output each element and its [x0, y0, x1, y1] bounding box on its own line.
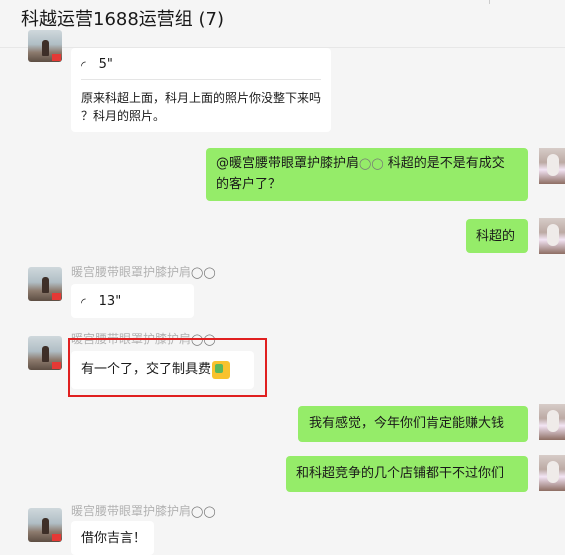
self-avatar[interactable]	[539, 455, 565, 491]
avatar-figure	[547, 154, 559, 176]
message-bubble[interactable]: 和科超竞争的几个店铺都干不过你们	[286, 456, 528, 492]
message-bubble[interactable]: 我有感觉，今年你们肯定能赚大钱	[298, 406, 528, 442]
message-bubble[interactable]: @暖宫腰带眼罩护膝护肩◯◯ 科超的是不是有成交 的客户了？	[206, 148, 528, 201]
message-bubble[interactable]: ◟ 5" 原来科超上面，科月上面的照片你没整下来吗 ？科月的照片。	[71, 48, 331, 132]
avatar[interactable]	[28, 267, 62, 301]
message-text-part: 科超的是不是有成交	[383, 156, 505, 171]
avatar-figure	[42, 277, 49, 293]
quote-divider	[81, 79, 321, 80]
avatar-figure	[547, 224, 559, 246]
glasses-icon: ◯◯	[191, 266, 216, 279]
sender-name: 暖宫腰带眼罩护膝护肩◯◯	[71, 263, 216, 280]
self-avatar[interactable]	[539, 218, 565, 254]
glasses-icon: ◯◯	[191, 505, 216, 518]
self-avatar[interactable]	[539, 404, 565, 440]
voice-duration: 13"	[98, 294, 122, 309]
message-bubble[interactable]: 科超的	[466, 219, 528, 253]
voice-message[interactable]: ◟ 5"	[79, 54, 113, 75]
message-text: 借你吉言！	[81, 531, 147, 546]
self-avatar[interactable]	[539, 148, 565, 184]
sender-name: 暖宫腰带眼罩护膝护肩◯◯	[71, 502, 216, 519]
voice-duration: 5"	[98, 57, 113, 72]
message-text: 我有感觉，今年你们肯定能赚大钱	[309, 416, 505, 431]
message-text: ？科月的照片。	[81, 109, 166, 123]
message-bubble[interactable]: 借你吉言！	[71, 521, 154, 555]
avatar[interactable]	[28, 336, 62, 370]
glasses-icon: ◯◯	[359, 157, 384, 170]
avatar-figure	[42, 346, 49, 362]
mention-text[interactable]: @暖宫腰带眼罩护膝护肩	[216, 156, 359, 171]
message-text: @暖宫腰带眼罩护膝护肩◯◯ 科超的是不是有成交	[216, 153, 505, 174]
message-text: 原来科超上面，科月上面的照片你没整下来吗	[81, 91, 322, 105]
chat-title[interactable]: 科越运营1688运营组 (7)	[21, 5, 224, 31]
sender-name-text: 暖宫腰带眼罩护膝护肩	[71, 265, 192, 279]
flag-icon	[52, 534, 61, 541]
sender-name-text: 暖宫腰带眼罩护膝护肩	[71, 504, 192, 518]
chat-header: 科越运营1688运营组 (7)	[0, 0, 565, 36]
avatar-figure	[42, 40, 49, 56]
message-text: 科超的	[476, 229, 516, 244]
message-text: 的客户了？	[216, 177, 282, 192]
avatar-figure	[42, 518, 49, 534]
message-bubble[interactable]: ◟ 13"	[71, 284, 194, 318]
avatar[interactable]	[28, 508, 62, 542]
avatar[interactable]	[28, 30, 62, 62]
avatar-figure	[547, 410, 559, 432]
header-divider	[489, 0, 490, 4]
voice-message[interactable]: ◟ 13"	[79, 291, 122, 312]
flag-icon	[52, 54, 61, 61]
flag-icon	[52, 293, 61, 300]
flag-icon	[52, 362, 61, 369]
message-text: 和科超竞争的几个店铺都干不过你们	[296, 466, 505, 481]
voice-icon: ◟	[79, 298, 94, 304]
avatar-figure	[547, 461, 559, 483]
highlight-box	[68, 338, 267, 397]
voice-icon: ◟	[79, 61, 94, 67]
